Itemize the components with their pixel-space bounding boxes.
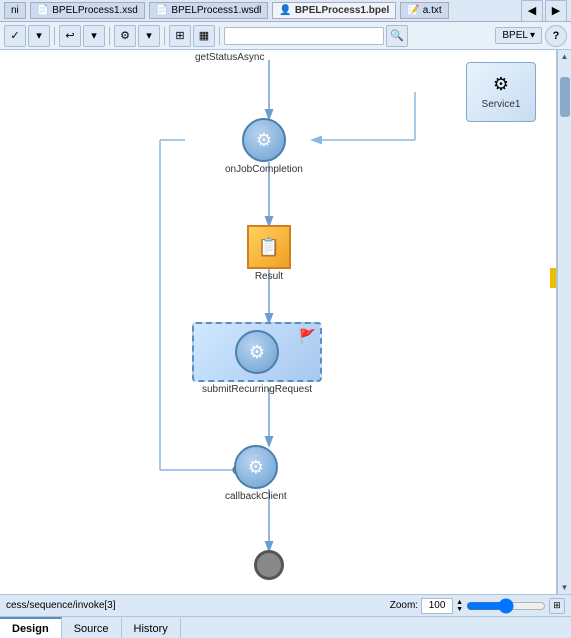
nav-next-button[interactable]: ▶ <box>545 0 567 22</box>
scrollbar-thumb[interactable] <box>560 77 570 117</box>
search-input[interactable] <box>224 27 384 45</box>
tool-btn3[interactable]: ⚙ <box>114 25 136 47</box>
flag-icon: 🚩 <box>299 328 316 345</box>
zoom-slider[interactable] <box>466 600 546 612</box>
vertical-scrollbar[interactable]: ▲ ▼ <box>557 50 571 594</box>
zoom-fit-button[interactable]: ⊞ <box>549 598 565 614</box>
zoom-input[interactable] <box>421 598 453 614</box>
node-result[interactable]: 📋 Result <box>247 225 291 282</box>
result-icon: 📋 <box>247 225 291 269</box>
submitrecurringrequest-label: submitRecurringRequest <box>202 384 312 395</box>
path-text: cess/sequence/invoke[3] <box>6 600 116 611</box>
help-button[interactable]: ? <box>545 25 567 47</box>
zoom-up-arrow[interactable]: ▲ <box>456 599 463 606</box>
nav-prev-button[interactable]: ◀ <box>521 0 543 22</box>
node-submitrecurringrequest[interactable]: ⚙ 🚩 submitRecurringRequest <box>192 322 322 395</box>
tab-history[interactable]: History <box>122 617 181 638</box>
status-bar: cess/sequence/invoke[3] Zoom: ▲ ▼ ⊞ <box>0 594 571 616</box>
sep4 <box>219 27 220 45</box>
node-end <box>254 550 284 580</box>
scroll-up-arrow[interactable]: ▲ <box>559 50 571 63</box>
callbackclient-icon: ⚙ <box>234 445 278 489</box>
bpel-dropdown[interactable]: BPEL ▾ <box>495 27 542 44</box>
tab-design-label: Design <box>12 623 49 635</box>
result-label: Result <box>255 271 283 282</box>
yellow-indicator <box>550 268 556 288</box>
check-button[interactable]: ✓ <box>4 25 26 47</box>
callbackclient-label: callbackClient <box>225 491 287 502</box>
service1-gear-icon: ⚙ <box>493 74 509 95</box>
search-icon-btn[interactable]: 🔍 <box>386 25 408 47</box>
onjobcompletion-label: onJobCompletion <box>225 164 303 175</box>
zoom-label: Zoom: <box>390 600 418 611</box>
tab-bar: ni 📄 BPELProcess1.xsd 📄 BPELProcess1.wsd… <box>0 0 571 22</box>
tab-history-label: History <box>134 623 168 635</box>
tab-txt[interactable]: 📝 a.txt <box>400 2 448 19</box>
scroll-down-arrow[interactable]: ▼ <box>559 581 571 594</box>
submitrecurringrequest-box: ⚙ 🚩 <box>192 322 322 382</box>
tab-txt-label: a.txt <box>423 5 442 16</box>
dropdown-btn3[interactable]: ▾ <box>138 25 160 47</box>
sep2 <box>109 27 110 45</box>
service1-label: Service1 <box>482 99 521 110</box>
bottom-tabs: Design Source History <box>0 616 571 638</box>
tool-btn5[interactable]: ▦ <box>193 25 215 47</box>
node-getstatusasync: getStatusAsync <box>195 52 264 63</box>
tab-ni[interactable]: ni <box>4 2 26 19</box>
tool-btn4[interactable]: ⊞ <box>169 25 191 47</box>
tab-xsd[interactable]: 📄 BPELProcess1.xsd <box>30 2 145 19</box>
tab-wsdl[interactable]: 📄 BPELProcess1.wsdl <box>149 2 269 19</box>
sep1 <box>54 27 55 45</box>
tab-source[interactable]: Source <box>62 617 122 638</box>
getstatusasync-label: getStatusAsync <box>195 52 264 63</box>
tool-btn2[interactable]: ↩ <box>59 25 81 47</box>
dropdown-btn2[interactable]: ▾ <box>83 25 105 47</box>
tab-design[interactable]: Design <box>0 617 62 638</box>
zoom-down-arrow[interactable]: ▼ <box>456 606 463 613</box>
bpel-dropdown-arrow: ▾ <box>530 30 535 41</box>
end-icon <box>254 550 284 580</box>
sep3 <box>164 27 165 45</box>
tab-ni-label: ni <box>11 5 19 16</box>
tab-source-label: Source <box>74 623 109 635</box>
tab-xsd-label: BPELProcess1.xsd <box>52 5 138 16</box>
tab-bpel[interactable]: 👤 BPELProcess1.bpel <box>272 2 396 19</box>
zoom-control: Zoom: ▲ ▼ ⊞ <box>390 598 565 614</box>
submitrecurringrequest-icon: ⚙ <box>235 330 279 374</box>
toolbar: ✓ ▾ ↩ ▾ ⚙ ▾ ⊞ ▦ 🔍 BPEL ▾ ? <box>0 22 571 50</box>
dropdown-btn1[interactable]: ▾ <box>28 25 50 47</box>
onjobcompletion-icon: ⚙ <box>242 118 286 162</box>
node-onjobcompletion[interactable]: ⚙ onJobCompletion <box>225 118 303 175</box>
zoom-stepper[interactable]: ▲ ▼ <box>456 599 463 613</box>
main-layout: getStatusAsync ⚙ onJobCompletion 📋 Resul… <box>0 50 571 594</box>
tab-wsdl-label: BPELProcess1.wsdl <box>171 5 261 16</box>
bpel-label: BPEL <box>502 30 528 41</box>
tab-bpel-label: BPELProcess1.bpel <box>295 5 389 16</box>
service1-node[interactable]: ⚙ Service1 <box>466 62 536 122</box>
diagram-canvas[interactable]: getStatusAsync ⚙ onJobCompletion 📋 Resul… <box>0 50 557 594</box>
node-callbackclient[interactable]: ⚙ callbackClient <box>225 445 287 502</box>
